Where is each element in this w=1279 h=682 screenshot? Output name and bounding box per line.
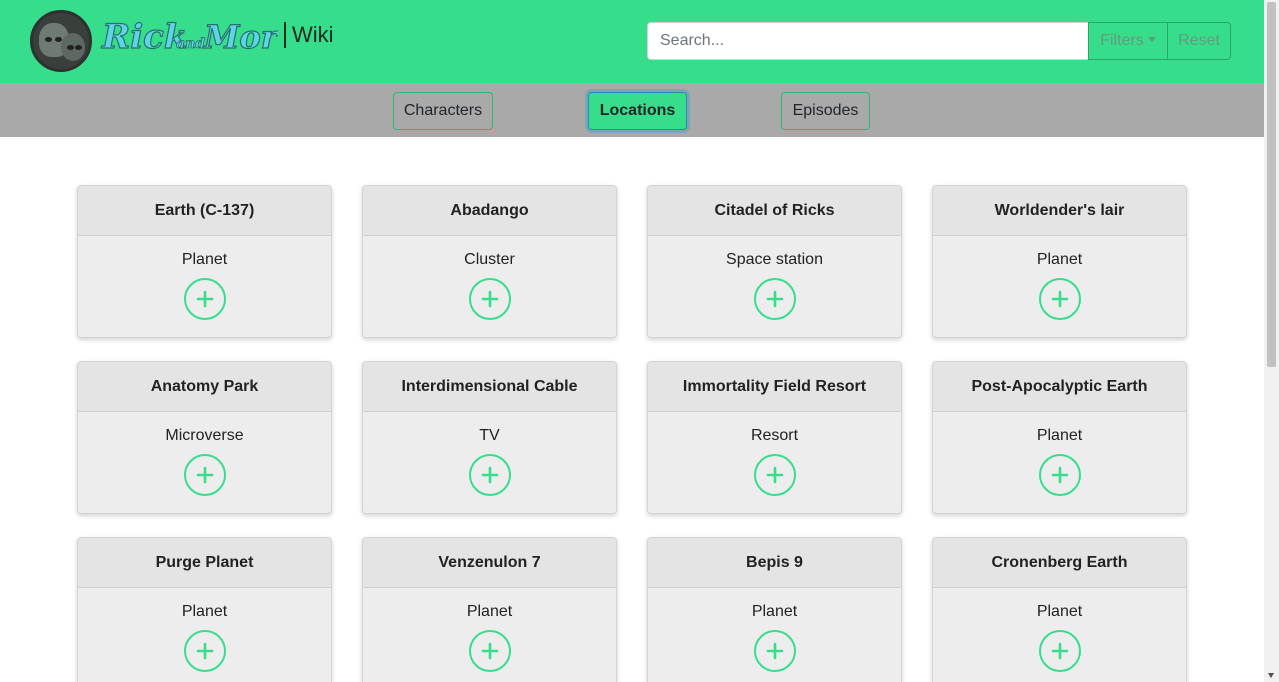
card-body: Planet bbox=[933, 236, 1186, 337]
card-body: Microverse bbox=[78, 412, 331, 513]
card-body: Resort bbox=[648, 412, 901, 513]
rick-morty-avatar-icon[interactable] bbox=[30, 10, 92, 72]
svg-text:and: and bbox=[176, 36, 205, 52]
card-body: Planet bbox=[363, 588, 616, 682]
plus-circle-icon[interactable] bbox=[1039, 630, 1081, 672]
caret-down-icon bbox=[1147, 36, 1156, 42]
plus-circle-icon[interactable] bbox=[754, 630, 796, 672]
location-card[interactable]: Post-Apocalyptic Earth Planet bbox=[932, 361, 1187, 514]
location-card[interactable]: Earth (C-137) Planet bbox=[77, 185, 332, 338]
location-card[interactable]: Anatomy Park Microverse bbox=[77, 361, 332, 514]
location-type: TV bbox=[479, 427, 500, 444]
plus-circle-icon[interactable] bbox=[184, 454, 226, 496]
location-type: Space station bbox=[726, 251, 823, 268]
location-card[interactable]: Purge Planet Planet bbox=[77, 537, 332, 682]
location-name: Post-Apocalyptic Earth bbox=[933, 362, 1186, 412]
location-card[interactable]: Abadango Cluster bbox=[362, 185, 617, 338]
brand-logo[interactable]: Rick and Morty bbox=[100, 8, 314, 70]
card-body: TV bbox=[363, 412, 616, 513]
plus-circle-icon[interactable] bbox=[469, 630, 511, 672]
location-name: Worldender's lair bbox=[933, 186, 1186, 236]
plus-circle-icon[interactable] bbox=[469, 278, 511, 320]
location-card[interactable]: Immortality Field Resort Resort bbox=[647, 361, 902, 514]
location-card[interactable]: Venzenulon 7 Planet bbox=[362, 537, 617, 682]
card-body: Planet bbox=[648, 588, 901, 682]
plus-circle-icon[interactable] bbox=[184, 630, 226, 672]
location-name: Purge Planet bbox=[78, 538, 331, 588]
location-name: Abadango bbox=[363, 186, 616, 236]
card-body: Cluster bbox=[363, 236, 616, 337]
card-body: Planet bbox=[933, 412, 1186, 513]
plus-circle-icon[interactable] bbox=[469, 454, 511, 496]
search-group: Filters Reset bbox=[647, 22, 1231, 60]
scroll-down-arrow-icon[interactable] bbox=[1268, 673, 1274, 678]
location-card[interactable]: Cronenberg Earth Planet bbox=[932, 537, 1187, 682]
tab-characters[interactable]: Characters bbox=[393, 92, 493, 130]
card-body: Planet bbox=[78, 588, 331, 682]
location-card[interactable]: Bepis 9 Planet bbox=[647, 537, 902, 682]
location-type: Microverse bbox=[165, 427, 244, 444]
vertical-scrollbar[interactable] bbox=[1264, 0, 1279, 682]
card-body: Planet bbox=[933, 588, 1186, 682]
plus-circle-icon[interactable] bbox=[1039, 278, 1081, 320]
app-header: Rick and Morty Wiki Filters Reset bbox=[0, 0, 1264, 83]
location-type: Planet bbox=[1036, 251, 1083, 268]
location-name: Earth (C-137) bbox=[78, 186, 331, 236]
plus-circle-icon[interactable] bbox=[184, 278, 226, 320]
location-name: Cronenberg Earth bbox=[933, 538, 1186, 588]
filters-dropdown-button[interactable]: Filters bbox=[1088, 22, 1168, 60]
tab-locations[interactable]: Locations bbox=[588, 92, 687, 130]
location-card[interactable]: Citadel of Ricks Space station bbox=[647, 185, 902, 338]
plus-circle-icon[interactable] bbox=[754, 454, 796, 496]
tab-episodes[interactable]: Episodes bbox=[781, 92, 870, 130]
section-nav: Characters Locations Episodes bbox=[0, 83, 1264, 137]
location-type: Planet bbox=[1036, 603, 1083, 620]
location-name: Venzenulon 7 bbox=[363, 538, 616, 588]
svg-text:Rick: Rick bbox=[101, 17, 187, 57]
scrollbar-thumb[interactable] bbox=[1267, 2, 1276, 367]
location-name: Citadel of Ricks bbox=[648, 186, 901, 236]
card-body: Planet bbox=[78, 236, 331, 337]
plus-circle-icon[interactable] bbox=[754, 278, 796, 320]
location-name: Interdimensional Cable bbox=[363, 362, 616, 412]
wiki-label: Wiki bbox=[284, 22, 334, 48]
location-type: Planet bbox=[181, 603, 228, 620]
plus-circle-icon[interactable] bbox=[1039, 454, 1081, 496]
location-type: Planet bbox=[1036, 427, 1083, 444]
location-type: Planet bbox=[751, 603, 798, 620]
location-type: Cluster bbox=[464, 251, 515, 268]
search-input[interactable] bbox=[647, 22, 1089, 60]
card-body: Space station bbox=[648, 236, 901, 337]
location-name: Anatomy Park bbox=[78, 362, 331, 412]
reset-button[interactable]: Reset bbox=[1167, 22, 1231, 60]
location-type: Planet bbox=[466, 603, 513, 620]
location-name: Immortality Field Resort bbox=[648, 362, 901, 412]
location-type: Planet bbox=[181, 251, 228, 268]
location-name: Bepis 9 bbox=[648, 538, 901, 588]
svg-text:Morty: Morty bbox=[203, 18, 278, 56]
location-card[interactable]: Interdimensional Cable TV bbox=[362, 361, 617, 514]
location-type: Resort bbox=[750, 427, 799, 444]
location-card[interactable]: Worldender's lair Planet bbox=[932, 185, 1187, 338]
